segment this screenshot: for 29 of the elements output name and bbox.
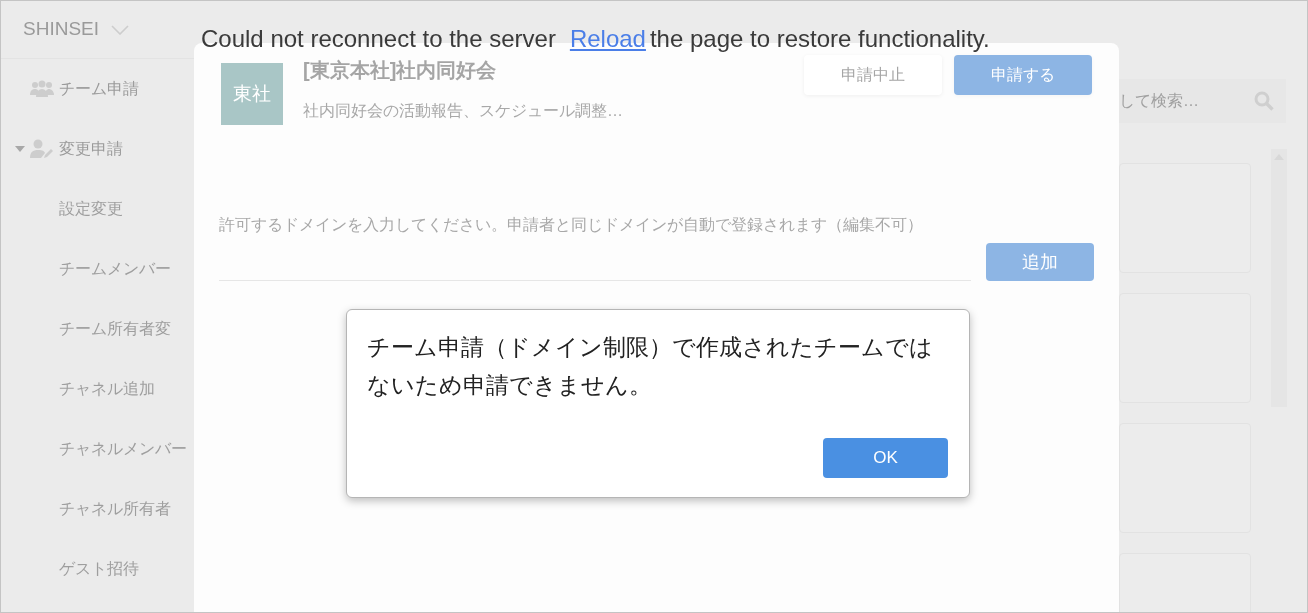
sidebar-item[interactable]: チャネル追加 [59, 377, 155, 401]
team-name: [東京本社]社内同好会 [303, 58, 498, 83]
chevron-down-icon[interactable] [111, 24, 130, 35]
sidebar-item[interactable]: チャネルメンバー [59, 437, 187, 461]
sidebar-item[interactable]: ゲスト招待 [59, 557, 139, 581]
sidebar-item[interactable]: 変更申請 [59, 137, 123, 161]
search-icon[interactable] [1254, 91, 1274, 111]
reload-link[interactable]: Reload [569, 21, 646, 57]
team-description: 社内同好会の活動報告、スケジュール調整… [303, 101, 624, 121]
sidebar-item[interactable]: 設定変更 [59, 197, 123, 221]
sidebar-item[interactable]: チーム申請 [59, 77, 139, 101]
sidebar-item[interactable]: チーム所有者変 [59, 317, 171, 341]
cancel-button[interactable]: 申請中止 [804, 55, 942, 95]
search-placeholder: して検索… [1119, 91, 1199, 111]
brand-title: SHINSEI [23, 17, 100, 42]
team-avatar: 東社 [221, 63, 283, 125]
search-field[interactable]: して検索… [1119, 79, 1286, 123]
banner-message: the page to restore functionality. [649, 24, 990, 54]
sidebar-item[interactable]: チャネル所有者 [59, 497, 171, 521]
ok-button[interactable]: OK [823, 438, 948, 478]
caret-icon[interactable] [15, 144, 25, 154]
sidebar-item[interactable]: チームメンバー [59, 257, 171, 281]
user-edit-icon [30, 139, 54, 159]
domain-label: 許可するドメインを入力してください。申請者と同じドメインが自動で登録されます（編集不可） [219, 215, 924, 235]
add-button[interactable]: 追加 [986, 243, 1094, 281]
submit-button[interactable]: 申請する [954, 55, 1092, 95]
alert-message: チーム申請（ドメイン制限）で作成されたチームではないため申請できません。 [367, 333, 934, 400]
people-icon [30, 80, 54, 98]
banner-message: Could not reconnect to the server [201, 24, 556, 54]
